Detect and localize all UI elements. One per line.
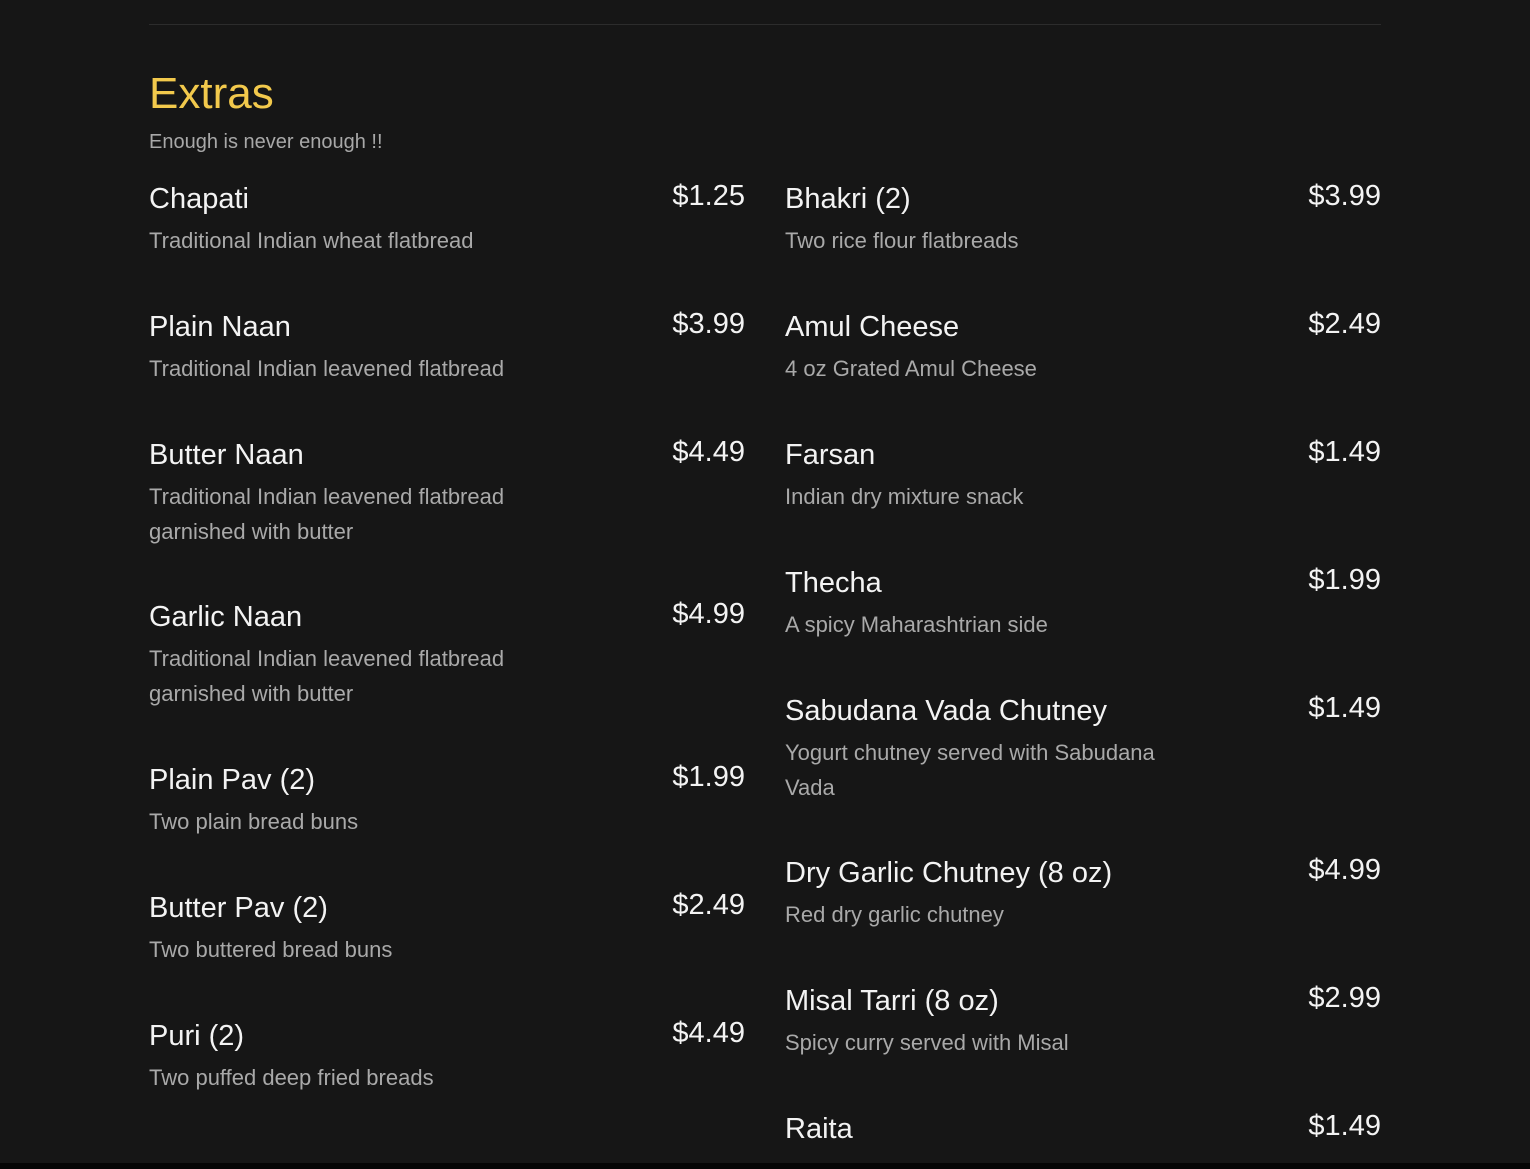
menu-item-name: Butter Naan bbox=[149, 439, 304, 471]
menu-item-description: Traditional Indian leavened flatbread ga… bbox=[149, 646, 505, 706]
menu-item-price: $4.49 bbox=[672, 436, 745, 468]
menu-item: Dry Garlic Chutney (8 oz) $4.99 Red dry ga… bbox=[785, 851, 1381, 932]
menu-item-name: Thecha bbox=[785, 567, 882, 599]
menu-item-price: $1.99 bbox=[672, 761, 745, 793]
menu-item: Plain Pav (2) $1.99 Two plain bread buns bbox=[149, 758, 745, 839]
menu-item-description: Yogurt chutney served with Sabudana Vada bbox=[785, 740, 1155, 800]
menu-item-description: Two buttered bread buns bbox=[149, 937, 393, 962]
bottom-edge bbox=[0, 1163, 1530, 1169]
menu-item-name: Chapati bbox=[149, 183, 249, 215]
menu-item-name: Bhakri (2) bbox=[785, 183, 911, 215]
menu-item-name: Dry Garlic Chutney (8 oz) bbox=[785, 857, 1113, 889]
menu-item: Misal Tarri (8 oz) $2.99 Spicy curry serve… bbox=[785, 979, 1381, 1060]
menu-item-name: Butter Pav (2) bbox=[149, 892, 328, 924]
menu-item-description: Spicy curry served with Misal bbox=[785, 1030, 1069, 1055]
menu-item: Thecha $1.99 A spicy Maharashtrian side bbox=[785, 561, 1381, 642]
menu-item-price: $1.49 bbox=[1308, 1110, 1381, 1142]
menu-item-price: $3.99 bbox=[1308, 180, 1381, 212]
menu-item-name: Garlic Naan bbox=[149, 601, 303, 633]
menu-item-name: Misal Tarri (8 oz) bbox=[785, 985, 999, 1017]
menu-item-name: Puri (2) bbox=[149, 1020, 245, 1052]
menu-page: Extras Enough is never enough !! Chapati… bbox=[0, 0, 1530, 1169]
menu-item-description: Traditional Indian leavened flatbread ga… bbox=[149, 484, 505, 544]
menu-item: Chapati $1.25 Traditional Indian wheat fla… bbox=[149, 177, 745, 258]
menu-item-name: Amul Cheese bbox=[785, 311, 960, 343]
menu-item-price: $1.49 bbox=[1308, 436, 1381, 468]
menu-item: Sabudana Vada Chutney $1.49 Yogurt chutney… bbox=[785, 689, 1381, 805]
menu-item-price: $4.99 bbox=[1308, 854, 1381, 886]
menu-item-description: Traditional Indian leavened flatbread bbox=[149, 356, 505, 381]
section-title: Extras bbox=[149, 69, 274, 118]
menu-item: Amul Cheese $2.49 4 oz Grated Amul Cheese bbox=[785, 305, 1381, 386]
menu-item: Puri (2) $4.49 Two puffed deep fried bread… bbox=[149, 1014, 745, 1095]
menu-item: Butter Pav (2) $2.49 Two buttered bread bu… bbox=[149, 886, 745, 967]
menu-item-description: Two plain bread buns bbox=[149, 809, 359, 834]
menu-item-name: Raita bbox=[785, 1113, 853, 1145]
menu-item-price: $1.99 bbox=[1308, 564, 1381, 596]
menu-item-name: Plain Naan bbox=[149, 311, 291, 343]
menu-item: Raita $1.49 bbox=[785, 1107, 1381, 1151]
menu-item-description: A spicy Maharashtrian side bbox=[785, 612, 1048, 637]
menu-item-description: Two puffed deep fried breads bbox=[149, 1065, 434, 1090]
menu-item-price: $2.49 bbox=[672, 889, 745, 921]
menu-item: Butter Naan $4.49 Traditional Indian leave… bbox=[149, 433, 745, 549]
section-subtitle: Enough is never enough !! bbox=[149, 131, 383, 153]
menu-item-description: Red dry garlic chutney bbox=[785, 902, 1004, 927]
section-divider bbox=[149, 24, 1381, 25]
menu-item: Plain Naan $3.99 Traditional Indian leaven… bbox=[149, 305, 745, 386]
menu-item: Garlic Naan $4.99 Traditional Indian leave… bbox=[149, 595, 745, 711]
menu-item-price: $1.49 bbox=[1308, 692, 1381, 724]
menu-item-description: Traditional Indian wheat flatbread bbox=[149, 228, 474, 253]
menu-item-name: Sabudana Vada Chutney bbox=[785, 695, 1107, 727]
menu-item-description: 4 oz Grated Amul Cheese bbox=[785, 356, 1037, 381]
menu-item-price: $3.99 bbox=[672, 308, 745, 340]
menu-item-price: $2.49 bbox=[1308, 308, 1381, 340]
menu-item-description: Two rice flour flatbreads bbox=[785, 228, 1019, 253]
menu-item-description: Indian dry mixture snack bbox=[785, 484, 1024, 509]
menu-item-name: Plain Pav (2) bbox=[149, 764, 316, 796]
menu-item-price: $1.25 bbox=[672, 180, 745, 212]
menu-item: Bhakri (2) $3.99 Two rice flour flatbreads bbox=[785, 177, 1381, 258]
menu-item-name: Farsan bbox=[785, 439, 876, 471]
menu-item: Farsan $1.49 Indian dry mixture snack bbox=[785, 433, 1381, 514]
menu-item-price: $4.99 bbox=[672, 598, 745, 630]
menu-item-price: $4.49 bbox=[672, 1017, 745, 1049]
menu-item-price: $2.99 bbox=[1308, 982, 1381, 1014]
